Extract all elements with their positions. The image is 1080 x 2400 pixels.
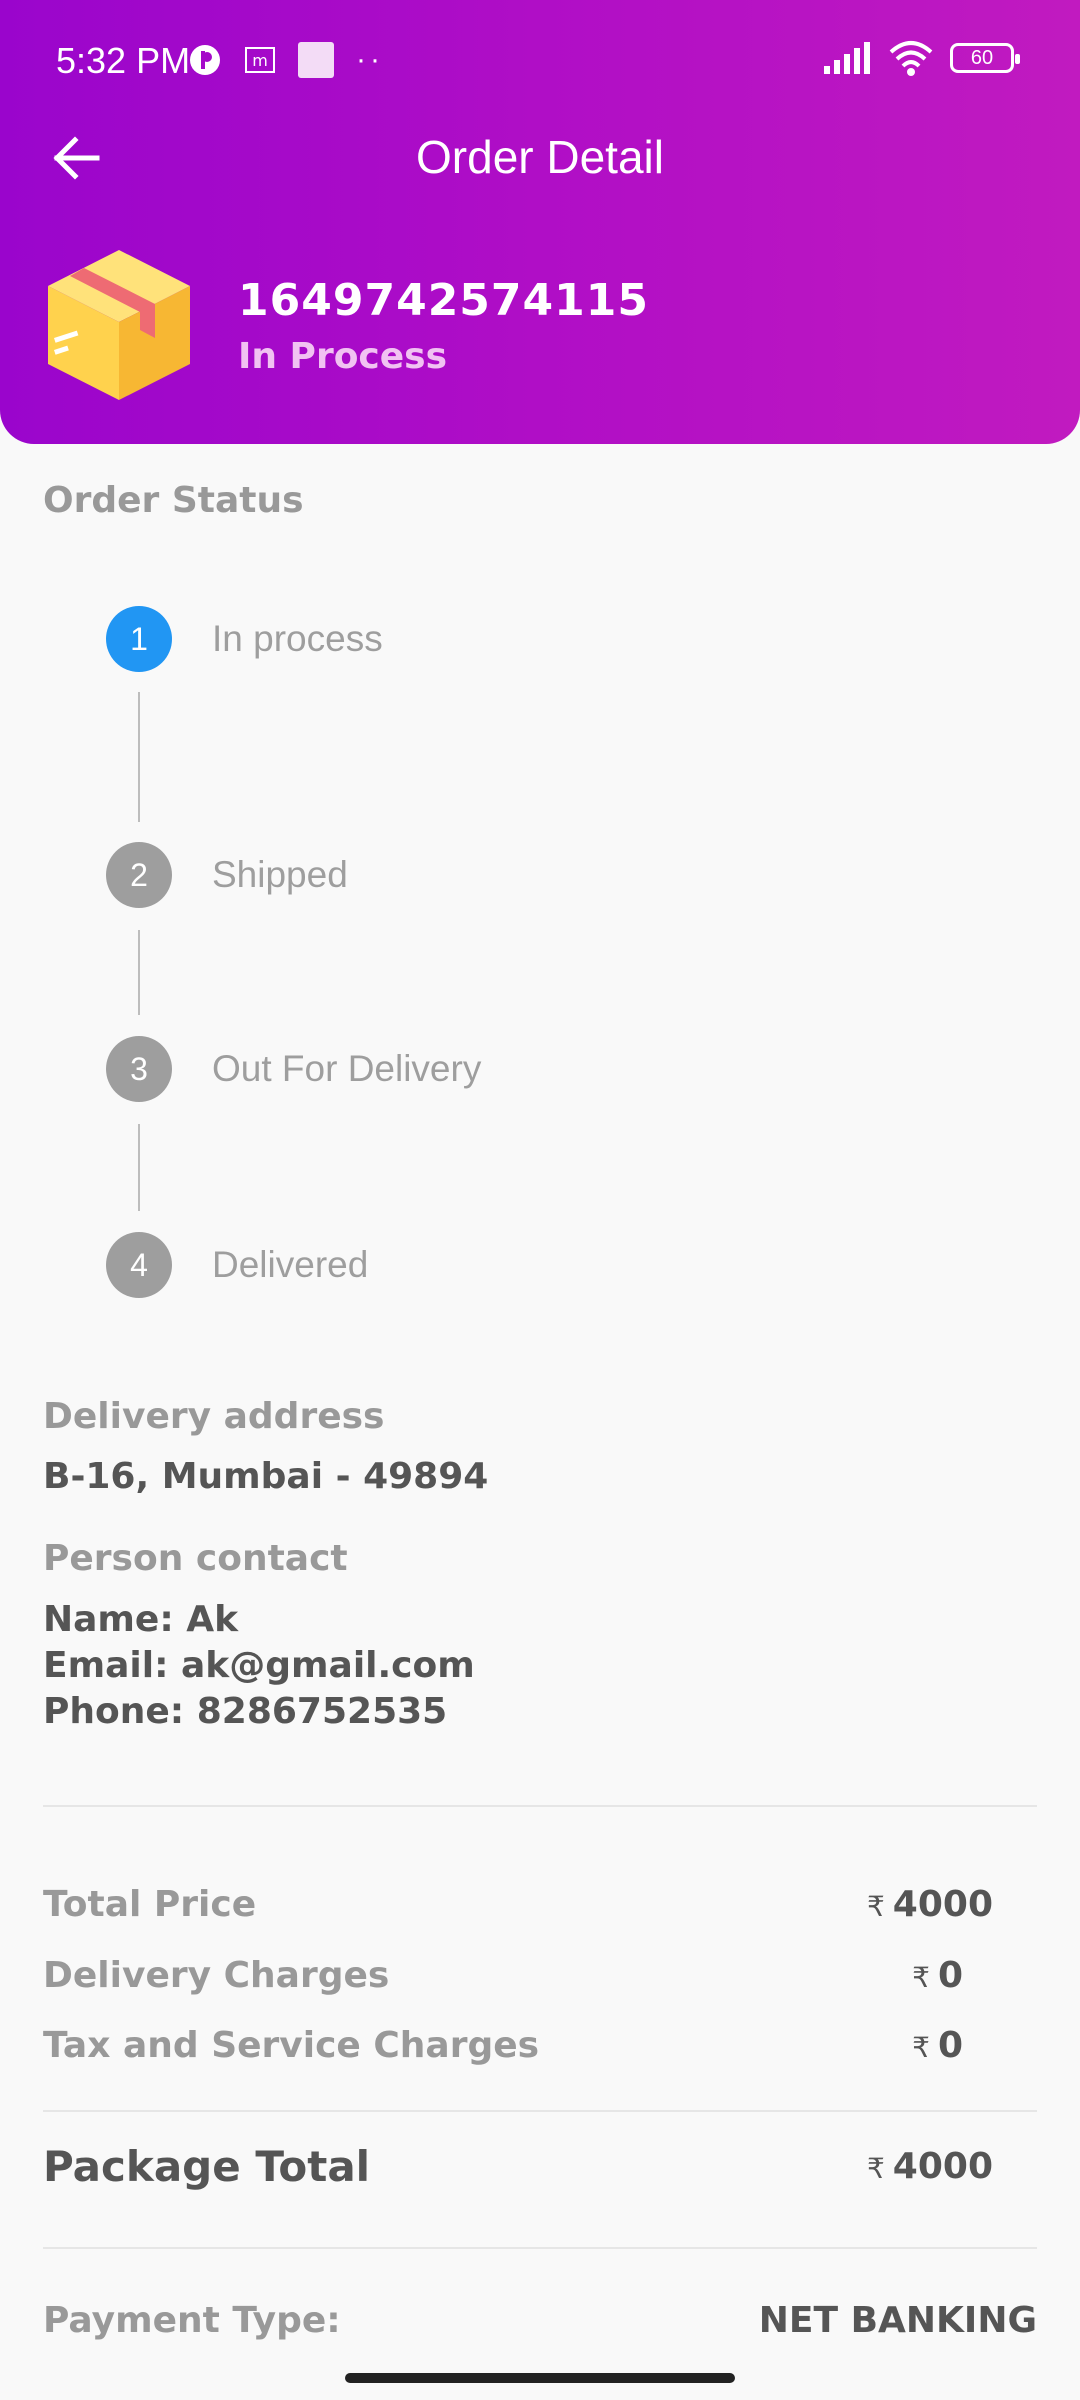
price-row-delivery: Delivery Charges ₹0 (43, 1955, 963, 1996)
step-number: 4 (106, 1232, 172, 1298)
price-value: ₹4000 (863, 1884, 993, 1925)
wifi-icon (889, 41, 933, 76)
step-number: 1 (106, 606, 172, 672)
divider (43, 1805, 1037, 1807)
status-step-out-for-delivery: 3 Out For Delivery (106, 1036, 481, 1102)
dots-icon: ·· (356, 43, 384, 76)
rupee-symbol: ₹ (912, 1961, 930, 1994)
amount: 0 (937, 1955, 963, 1996)
price-row-total: Total Price ₹4000 (43, 1884, 993, 1925)
contact-email: Email: ak@gmail.com (43, 1645, 475, 1686)
square-icon (298, 42, 334, 78)
payment-type-row: Payment Type: NET BANKING (43, 2300, 1037, 2341)
home-indicator[interactable] (345, 2373, 735, 2383)
order-state: In Process (238, 336, 448, 377)
svg-text:m: m (252, 51, 268, 70)
divider (43, 2247, 1037, 2249)
m-box-icon: m (245, 47, 275, 73)
rupee-symbol: ₹ (912, 2031, 930, 2064)
package-box-icon (48, 250, 190, 400)
step-number: 2 (106, 842, 172, 908)
step-connector (138, 930, 140, 1015)
price-label: Tax and Service Charges (43, 2025, 540, 2066)
status-step-in-process: 1 In process (106, 606, 383, 672)
amount: 4000 (892, 1884, 993, 1925)
step-label: In process (212, 618, 383, 659)
p-circle-icon (190, 45, 220, 75)
status-bar: 5:32 PM m ·· 60 (0, 0, 1080, 120)
step-label: Delivered (212, 1244, 369, 1285)
package-total-value: ₹4000 (863, 2146, 993, 2187)
rupee-symbol: ₹ (866, 2152, 885, 2185)
step-connector (138, 692, 140, 822)
price-value: ₹0 (833, 1955, 963, 1996)
contact-name: Name: Ak (43, 1599, 239, 1640)
status-time: 5:32 PM (56, 40, 191, 81)
step-label: Out For Delivery (212, 1048, 482, 1089)
delivery-address: B-16, Mumbai - 49894 (43, 1456, 489, 1497)
status-step-delivered: 4 Delivered (106, 1232, 368, 1298)
status-icons-left: m ·· (188, 42, 384, 78)
status-icons-right: 60 (822, 40, 1020, 76)
package-total-row: Package Total ₹4000 (43, 2142, 993, 2191)
delivery-address-label: Delivery address (43, 1396, 385, 1437)
package-total-label: Package Total (43, 2142, 371, 2191)
battery-icon: 60 (950, 43, 1020, 73)
price-label: Total Price (43, 1884, 257, 1925)
step-connector (138, 1124, 140, 1211)
price-value: ₹0 (833, 2025, 963, 2066)
contact-phone: Phone: 8286752535 (43, 1691, 448, 1732)
payment-type-label: Payment Type: (43, 2300, 341, 2341)
price-label: Delivery Charges (43, 1955, 390, 1996)
order-id: 1649742574115 (238, 275, 649, 326)
divider (43, 2110, 1037, 2112)
signal-icon (824, 42, 870, 74)
step-number: 3 (106, 1036, 172, 1102)
status-step-shipped: 2 Shipped (106, 842, 348, 908)
amount: 4000 (892, 2146, 993, 2187)
page-title: Order Detail (416, 131, 664, 183)
price-row-tax: Tax and Service Charges ₹0 (43, 2025, 963, 2066)
person-contact-label: Person contact (43, 1538, 348, 1579)
order-status-label: Order Status (43, 480, 304, 521)
step-label: Shipped (212, 854, 348, 895)
payment-type-value: NET BANKING (758, 2300, 1037, 2341)
header: 5:32 PM m ·· 60 Order Detail 16497425741… (0, 0, 1080, 444)
amount: 0 (937, 2025, 963, 2066)
rupee-symbol: ₹ (866, 1890, 885, 1923)
